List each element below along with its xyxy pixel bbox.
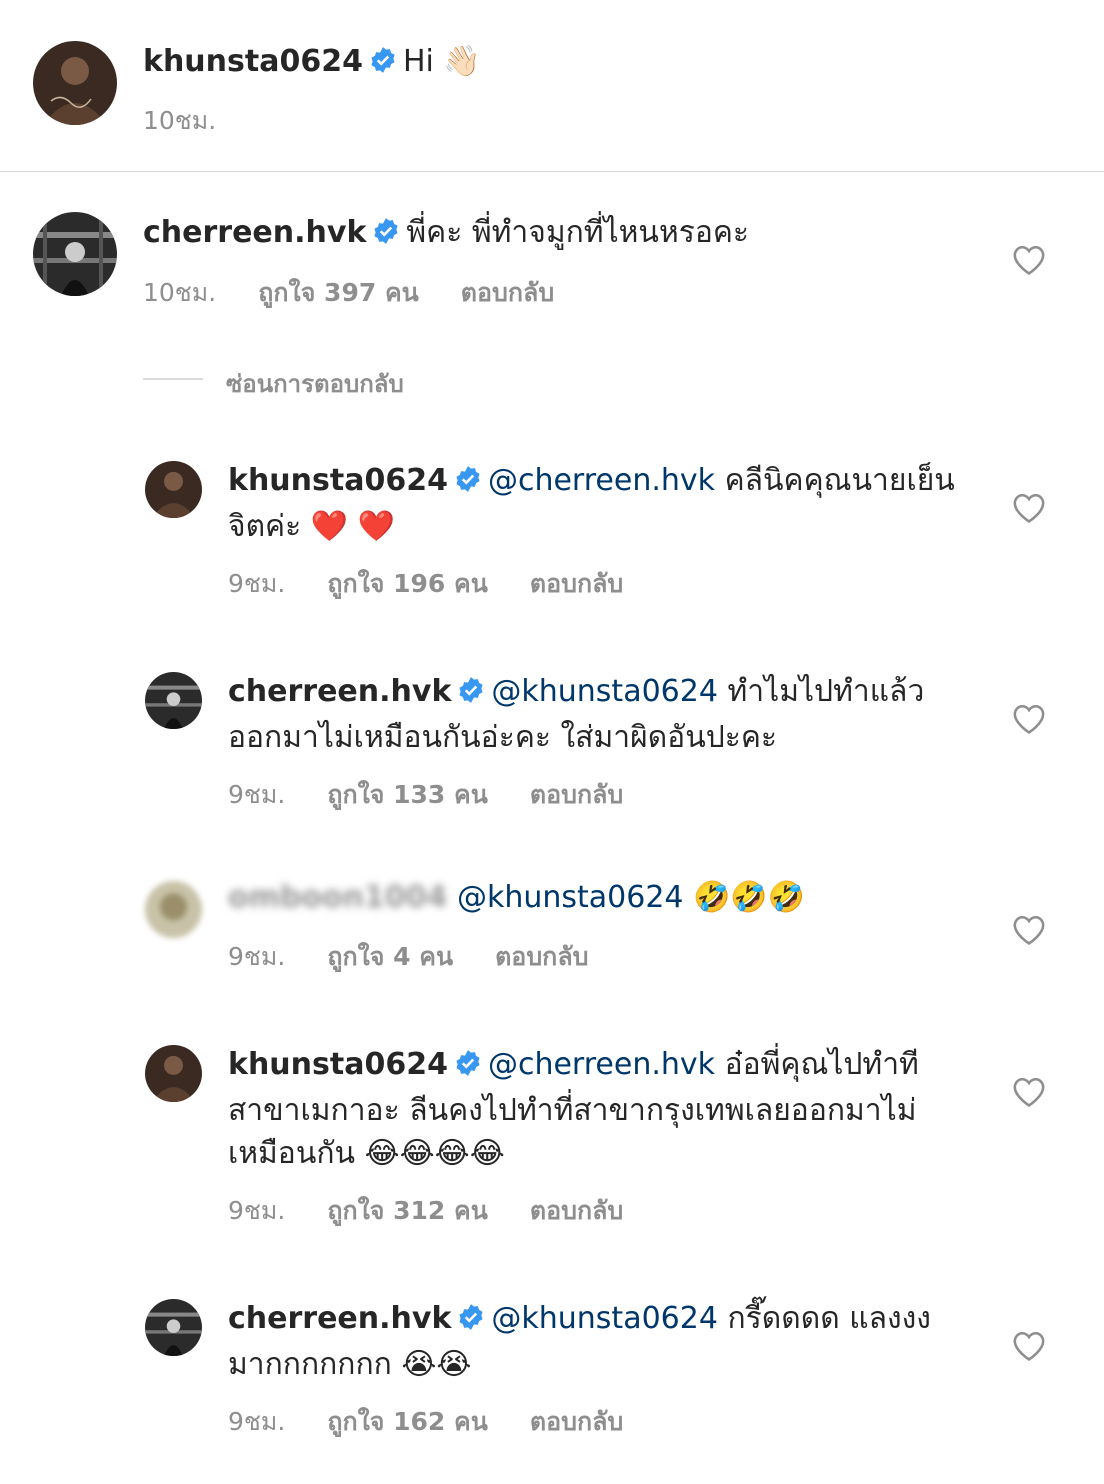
comment-text: cherreen.hvk พี่คะ พี่ทำจมูกที่ไหนหรอคะ (143, 211, 749, 257)
reply-username[interactable]: cherreen.hvk (228, 674, 451, 709)
avatar-cherreen[interactable] (145, 1299, 202, 1356)
comment-likes[interactable]: ถูกใจ 397 คน (258, 278, 419, 307)
caption-meta: 10ชม. (143, 101, 258, 141)
comment-meta: 10ชม. ถูกใจ 397 คน ตอบกลับ (143, 273, 596, 313)
reply-meta: 9ชม. ถูกใจ 196 คน ตอบกลับ (228, 564, 665, 604)
divider (0, 171, 1104, 172)
reply-time: 9ชม. (228, 1196, 286, 1225)
reply-button[interactable]: ตอบกลับ (530, 1407, 623, 1436)
hide-replies-line (143, 378, 203, 380)
avatar-blurred[interactable] (145, 881, 202, 938)
crying-emoji-icon: 😭😭 (401, 1347, 472, 1382)
reply-username[interactable]: khunsta0624 (228, 463, 448, 498)
reply-body: จิตค่ะ (228, 509, 302, 544)
like-heart-icon[interactable] (1012, 1330, 1046, 1362)
reply-body: ทำไมไปทำแล้ว (727, 674, 925, 709)
like-heart-icon[interactable] (1012, 914, 1046, 946)
verified-badge-icon (457, 1300, 485, 1343)
wave-emoji-icon: 👋🏻 (443, 44, 481, 79)
comment-username[interactable]: cherreen.hvk (143, 215, 366, 250)
reply-body: กรี๊ดดดด แลงงง (727, 1301, 931, 1336)
reply-button[interactable]: ตอบกลับ (495, 942, 588, 971)
reply-text: omboon1004 @khunsta0624 🤣🤣🤣 (228, 876, 805, 919)
reply-body: ออกมาไม่เหมือนกันอ่ะคะ ใส่มาผิดอันปะคะ (228, 720, 778, 755)
verified-badge-icon (457, 673, 485, 716)
reply-text: khunsta0624 @cherreen.hvk อ๋อพี่คุณไปทำที… (228, 1043, 988, 1175)
reply-likes[interactable]: ถูกใจ 196 คน (327, 569, 488, 598)
like-heart-icon[interactable] (1012, 244, 1046, 276)
reply-username[interactable]: omboon1004 (228, 880, 447, 915)
avatar-cherreen[interactable] (145, 672, 202, 729)
verified-badge-icon (372, 214, 400, 257)
reply-body: เหมือนกัน (228, 1136, 356, 1171)
heart-emoji-icon: ❤️ ❤️ (310, 509, 396, 544)
verified-badge-icon (369, 43, 397, 86)
reply-likes[interactable]: ถูกใจ 4 คน (327, 942, 453, 971)
reply-body: สาขาเมกาอะ ลีนคงไปทำที่สาขากรุงเทพเลยออก… (228, 1093, 917, 1128)
reply-meta: 9ชม. ถูกใจ 162 คน ตอบกลับ (228, 1402, 665, 1442)
hide-replies-button[interactable]: ซ่อนการตอบกลับ (226, 364, 404, 403)
reply-time: 9ชม. (228, 942, 286, 971)
reply-body: อ๋อพี่คุณไปทำที (724, 1047, 919, 1082)
mention-link[interactable]: @cherreen.hvk (488, 463, 715, 498)
reply-username[interactable]: cherreen.hvk (228, 1301, 451, 1336)
caption-username[interactable]: khunsta0624 (143, 44, 363, 79)
reply-time: 9ชม. (228, 780, 286, 809)
like-heart-icon[interactable] (1012, 703, 1046, 735)
avatar-khunsta[interactable] (145, 1045, 202, 1102)
reply-time: 9ชม. (228, 569, 286, 598)
like-heart-icon[interactable] (1012, 1076, 1046, 1108)
reply-button[interactable]: ตอบกลับ (530, 780, 623, 809)
reply-text: khunsta0624 @cherreen.hvk คลีนิคคุณนายเย็… (228, 459, 968, 548)
tears-of-joy-emoji-icon: 😂😂😂😂 (364, 1136, 505, 1171)
verified-badge-icon (454, 1046, 482, 1089)
reply-text: cherreen.hvk @khunsta0624 กรี๊ดดดด แลงงงม… (228, 1297, 968, 1386)
reply-username[interactable]: khunsta0624 (228, 1047, 448, 1082)
reply-likes[interactable]: ถูกใจ 312 คน (327, 1196, 488, 1225)
reply-text: cherreen.hvk @khunsta0624 ทำไมไปทำแล้วออก… (228, 670, 968, 759)
comment-time: 10ชม. (143, 278, 217, 307)
reply-body: คลีนิคคุณนายเย็น (724, 463, 955, 498)
like-heart-icon[interactable] (1012, 492, 1046, 524)
mention-link[interactable]: @khunsta0624 (457, 880, 684, 915)
reply-button[interactable]: ตอบกลับ (530, 569, 623, 598)
reply-meta: 9ชม. ถูกใจ 4 คน ตอบกลับ (228, 937, 631, 977)
avatar-khunsta[interactable] (33, 41, 117, 125)
mention-link[interactable]: @khunsta0624 (491, 674, 718, 709)
verified-badge-icon (454, 462, 482, 505)
comment-reply-button[interactable]: ตอบกลับ (461, 278, 554, 307)
comment-body: พี่คะ พี่ทำจมูกที่ไหนหรอคะ (406, 215, 750, 250)
reply-meta: 9ชม. ถูกใจ 133 คน ตอบกลับ (228, 775, 665, 815)
caption-body: Hi (402, 44, 434, 79)
reply-meta: 9ชม. ถูกใจ 312 คน ตอบกลับ (228, 1191, 665, 1231)
reply-button[interactable]: ตอบกลับ (530, 1196, 623, 1225)
avatar-cherreen[interactable] (33, 212, 117, 296)
reply-time: 9ชม. (228, 1407, 286, 1436)
reply-body: มากกกกกกก (228, 1347, 392, 1382)
caption-text: khunsta0624 Hi 👋🏻 (143, 40, 481, 86)
avatar-khunsta[interactable] (145, 461, 202, 518)
mention-link[interactable]: @khunsta0624 (491, 1301, 718, 1336)
mention-link[interactable]: @cherreen.hvk (488, 1047, 715, 1082)
caption-time: 10ชม. (143, 106, 217, 135)
reply-likes[interactable]: ถูกใจ 133 คน (327, 780, 488, 809)
laughing-emoji-icon: 🤣🤣🤣 (693, 880, 806, 915)
reply-likes[interactable]: ถูกใจ 162 คน (327, 1407, 488, 1436)
